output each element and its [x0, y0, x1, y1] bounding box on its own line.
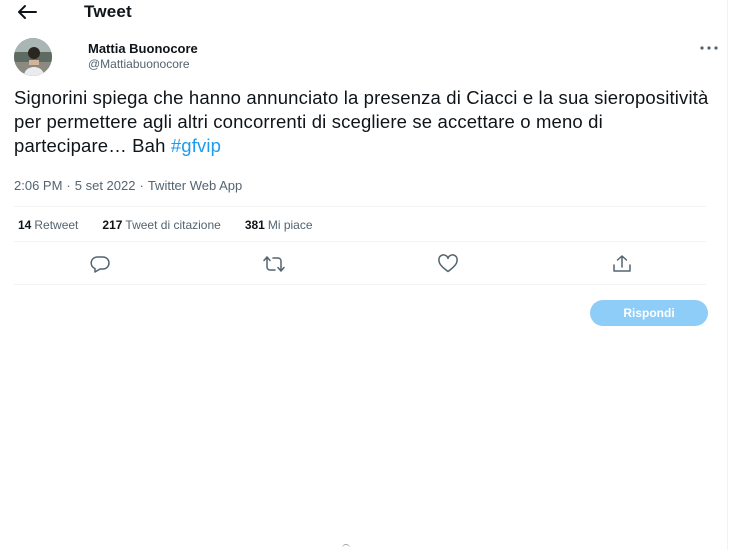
meta-separator: · [66, 178, 71, 193]
reply-button[interactable] [88, 252, 112, 276]
divider [14, 206, 706, 207]
action-bar [14, 252, 706, 276]
arrow-left-icon [18, 5, 37, 19]
like-button[interactable] [436, 252, 460, 276]
header: Tweet [0, 0, 728, 26]
likes-label: Mi piace [267, 218, 313, 232]
more-horizontal-icon [700, 46, 718, 50]
tweet-meta: 2:06 PM · 5 set 2022 · Twitter Web App [14, 178, 242, 193]
scroll-indicator [342, 544, 350, 549]
likes-stat[interactable]: 381 Mi piace [245, 218, 313, 232]
author-handle: @Mattiabuonocore [88, 57, 190, 71]
more-options-button[interactable] [696, 38, 722, 58]
quotes-stat[interactable]: 217 Tweet di citazione [102, 218, 220, 232]
retweets-label: Retweet [34, 218, 79, 232]
comment-icon [90, 256, 110, 273]
page-title: Tweet [84, 2, 132, 21]
back-button[interactable] [16, 2, 38, 22]
retweets-count: 14 [18, 218, 32, 232]
retweet-icon [263, 256, 285, 272]
likes-count: 381 [244, 218, 265, 232]
reply-composer: Rispondi [14, 298, 708, 328]
column-border [727, 0, 728, 550]
tweet-date[interactable]: 5 set 2022 [75, 178, 136, 193]
divider [14, 284, 706, 285]
avatar[interactable] [14, 38, 52, 76]
retweet-button[interactable] [262, 252, 286, 276]
author-name[interactable]: Mattia Buonocore [88, 41, 198, 56]
tweet-page: Tweet Mattia Buonocore @Mattiabuonocore [0, 0, 740, 550]
share-button[interactable] [610, 252, 634, 276]
retweets-stat[interactable]: 14 Retweet [18, 218, 78, 232]
tweet-time[interactable]: 2:06 PM [14, 178, 62, 193]
share-icon [613, 255, 631, 272]
reply-submit-button[interactable]: Rispondi [590, 300, 708, 326]
tweet-body: Signorini spiega che hanno annunciato la… [14, 87, 709, 156]
quotes-count: 217 [102, 218, 123, 232]
quotes-label: Tweet di citazione [125, 218, 221, 232]
meta-separator: · [139, 178, 144, 193]
divider [14, 241, 706, 242]
tweet-text: Signorini spiega che hanno annunciato la… [14, 86, 714, 158]
tweet-source[interactable]: Twitter Web App [148, 178, 242, 193]
heart-icon [438, 254, 458, 273]
hashtag-link[interactable]: #gfvip [171, 135, 221, 156]
author-row: Mattia Buonocore @Mattiabuonocore [14, 38, 718, 78]
engagement-stats: 14 Retweet 217 Tweet di citazione 381 Mi pi… [18, 218, 313, 232]
